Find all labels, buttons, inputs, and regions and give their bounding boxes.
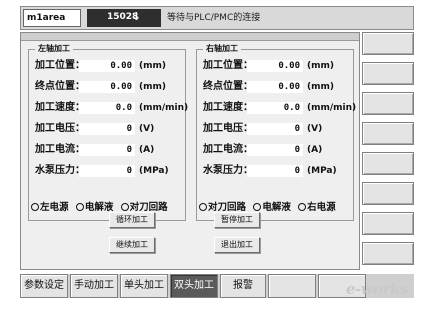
radio-circle-icon <box>253 203 262 211</box>
resume-machining-button[interactable]: 继续加工 <box>109 237 155 253</box>
right-row-voltage: 加工电压： 0 (V) <box>203 121 353 137</box>
right-row-end-position: 终点位置： 0.00 (mm) <box>203 79 353 95</box>
tab-double-head-machining[interactable]: 双头加工 <box>170 274 218 298</box>
tab-parameter-settings[interactable]: 参数设定 <box>20 274 68 298</box>
main-panel: 左轴加工 加工位置： 0.00 (mm) 终点位置： 0.00 (mm) 加工速… <box>20 32 360 270</box>
cycle-machining-button[interactable]: 循环加工 <box>109 212 155 228</box>
tab-manual-machining[interactable]: 手动加工 <box>70 274 118 298</box>
status-message: 等待与PLC/PMC的连接 <box>167 13 261 23</box>
row-label: 加工电流： <box>203 144 253 155</box>
right-axis-group: 右轴加工 加工位置： 0.00 (mm) 终点位置： 0.00 (mm) 加工速… <box>196 43 357 221</box>
row-value: 0 <box>247 144 303 156</box>
row-unit: (MPa) <box>139 166 169 176</box>
row-value: 0 <box>79 165 135 177</box>
row-value: 0.00 <box>247 81 303 93</box>
row-value: 0.00 <box>79 81 135 93</box>
area-indicator: m1area <box>23 9 81 27</box>
side-softkey-5[interactable] <box>362 152 414 175</box>
right-row-pump-pressure: 水泵压力： 0 (MPa) <box>203 163 353 179</box>
row-label: 加工电流： <box>35 144 85 155</box>
radio-label: 电解液 <box>262 202 291 213</box>
radio-circle-icon <box>120 203 129 211</box>
row-label: 加工位置： <box>203 60 253 71</box>
side-softkey-6[interactable] <box>362 182 414 205</box>
row-label: 终点位置： <box>203 81 253 92</box>
row-unit: (V) <box>307 124 323 134</box>
row-value: 0 <box>79 144 135 156</box>
hmi-screen: m1area 15028 ↓ 等待与PLC/PMC的连接 左轴加工 加工位置： … <box>0 0 429 310</box>
left-row-end-position: 终点位置： 0.00 (mm) <box>35 79 185 95</box>
row-label: 终点位置： <box>35 81 85 92</box>
radio-electrolyte[interactable]: 电解液 <box>75 200 113 216</box>
radio-left-power[interactable]: 左电源 <box>31 200 69 216</box>
side-softkey-2[interactable] <box>362 62 414 85</box>
row-value: 0 <box>79 123 135 135</box>
left-row-pump-pressure: 水泵压力： 0 (MPa) <box>35 163 185 179</box>
exit-machining-button[interactable]: 退出加工 <box>214 237 260 253</box>
row-unit: (MPa) <box>307 166 337 176</box>
row-label: 加工速度： <box>35 102 85 113</box>
radio-circle-icon <box>75 203 84 211</box>
radio-circle-icon <box>199 203 207 211</box>
right-row-position: 加工位置： 0.00 (mm) <box>203 58 353 74</box>
row-label: 加工电压： <box>35 123 85 134</box>
side-softkey-3[interactable] <box>362 92 414 115</box>
row-unit: (A) <box>307 145 323 155</box>
status-bar: m1area 15028 ↓ 等待与PLC/PMC的连接 <box>20 6 414 30</box>
side-softkey-column <box>362 32 414 270</box>
left-axis-title: 左轴加工 <box>35 43 73 54</box>
row-unit: (mm) <box>307 82 334 92</box>
tab-empty-6[interactable] <box>268 274 316 298</box>
radio-label: 左电源 <box>40 202 69 213</box>
row-unit: (mm/min) <box>139 103 189 113</box>
row-label: 加工位置： <box>35 60 85 71</box>
row-unit: (mm) <box>307 61 334 71</box>
down-arrow-icon: ↓ <box>131 10 141 23</box>
row-unit: (mm) <box>139 61 166 71</box>
row-unit: (A) <box>139 145 155 155</box>
right-axis-title: 右轴加工 <box>203 43 241 54</box>
left-row-current: 加工电流： 0 (A) <box>35 142 185 158</box>
row-unit: (mm) <box>139 82 166 92</box>
side-softkey-8[interactable] <box>362 242 414 265</box>
row-unit: (mm/min) <box>307 103 357 113</box>
side-softkey-1[interactable] <box>362 32 414 55</box>
radio-right-power[interactable]: 右电源 <box>298 200 336 216</box>
watermark-logo: e-works <box>346 280 408 298</box>
row-unit: (V) <box>139 124 155 134</box>
panel-header-strip <box>21 33 359 41</box>
row-value: 0 <box>247 123 303 135</box>
side-softkey-7[interactable] <box>362 212 414 235</box>
right-row-speed: 加工速度： 0.0 (mm/min) <box>203 100 357 116</box>
tab-alarm[interactable]: 报警 <box>220 274 266 298</box>
row-value: 0.00 <box>79 60 135 72</box>
radio-circle-icon <box>31 203 39 211</box>
left-row-speed: 加工速度： 0.0 (mm/min) <box>35 100 189 116</box>
row-label: 加工速度： <box>203 102 253 113</box>
pause-machining-button[interactable]: 暂停加工 <box>214 212 260 228</box>
row-value: 0.00 <box>247 60 303 72</box>
row-label: 水泵压力： <box>203 165 253 176</box>
left-axis-group: 左轴加工 加工位置： 0.00 (mm) 终点位置： 0.00 (mm) 加工速… <box>28 43 189 221</box>
right-row-current: 加工电流： 0 (A) <box>203 142 353 158</box>
left-row-voltage: 加工电压： 0 (V) <box>35 121 185 137</box>
radio-label: 右电源 <box>307 202 336 213</box>
status-code-box: 15028 ↓ <box>87 9 161 27</box>
row-label: 加工电压： <box>203 123 253 134</box>
left-row-position: 加工位置： 0.00 (mm) <box>35 58 185 74</box>
radio-circle-icon <box>298 203 307 211</box>
row-value: 0 <box>247 165 303 177</box>
row-label: 水泵压力： <box>35 165 85 176</box>
tab-single-head-machining[interactable]: 单头加工 <box>120 274 168 298</box>
side-softkey-4[interactable] <box>362 122 414 145</box>
row-value: 0.0 <box>247 102 303 114</box>
row-value: 0.0 <box>79 102 135 114</box>
